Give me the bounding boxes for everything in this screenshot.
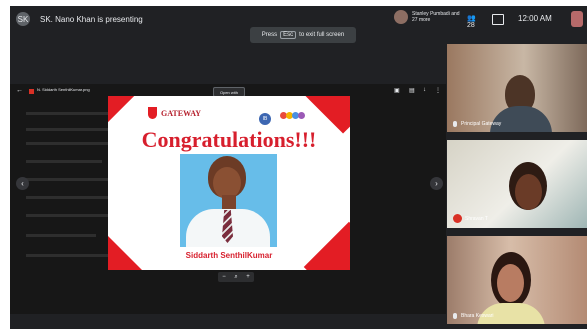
- certificate-slide: GATEWAY IB Congratulations!!! Siddarth S…: [108, 96, 350, 270]
- program-logo: [280, 112, 305, 119]
- back-arrow-icon[interactable]: ←: [16, 87, 24, 95]
- participant-face: [515, 174, 542, 210]
- participant-avatar: [394, 10, 408, 24]
- participant-label: Principal Gateway: [453, 121, 501, 127]
- fullscreen-toast: Press Esc to exit full screen: [250, 27, 356, 43]
- mic-icon: [453, 121, 457, 127]
- school-shield-icon: [148, 107, 157, 119]
- slide-corner-decoration: [303, 221, 350, 270]
- participants-summary-label: Stanley Pumbadi and 27 more: [412, 11, 460, 23]
- presenter-avatar: SK: [16, 12, 30, 26]
- image-file-icon: [29, 89, 34, 94]
- zoom-controls: − ⌕ +: [218, 272, 254, 282]
- participant-tiles: Principal Gateway Shravan T Bhara Keswar…: [446, 44, 587, 329]
- zoom-in-icon[interactable]: +: [246, 274, 250, 280]
- print-icon[interactable]: ▤: [409, 87, 415, 94]
- next-file-arrow-icon[interactable]: ›: [430, 177, 443, 190]
- participant-tile[interactable]: Shravan T: [447, 140, 587, 228]
- presenter-label: SK. Nano Khan is presenting: [40, 14, 143, 24]
- download-icon[interactable]: ↓: [423, 87, 426, 93]
- more-icon[interactable]: ⋮: [435, 87, 441, 94]
- student-photo: [180, 154, 277, 247]
- school-logo: GATEWAY: [148, 107, 201, 119]
- participant-body: [490, 106, 552, 132]
- zoom-out-icon[interactable]: −: [222, 274, 226, 280]
- presenter-indicator: SK SK. Nano Khan is presenting: [16, 11, 143, 27]
- student-name: Siddarth SenthilKumar: [185, 251, 273, 260]
- esc-key: Esc: [280, 31, 297, 39]
- participant-name: Shravan T: [465, 215, 488, 222]
- slide-corner-decoration: [108, 224, 147, 270]
- fullscreen-prefix: Press: [261, 32, 278, 38]
- ib-logo: IB: [259, 113, 271, 125]
- participants-summary[interactable]: Stanley Pumbadi and 27 more: [394, 10, 460, 24]
- meet-window: SK SK. Nano Khan is presenting Stanley P…: [10, 6, 587, 329]
- zoom-icon[interactable]: ⌕: [234, 274, 237, 281]
- student-neck: [222, 195, 236, 210]
- participant-name: Principal Gateway: [461, 121, 502, 127]
- people-icon[interactable]: 👥28: [467, 14, 483, 29]
- participant-name: Bhara Keswari: [461, 313, 494, 319]
- mic-icon: [453, 313, 457, 319]
- participant-label: Shravan T: [453, 214, 488, 223]
- school-name: GATEWAY: [161, 108, 202, 118]
- participant-label: Bhara Keswari: [453, 313, 494, 319]
- participant-tile[interactable]: Principal Gateway: [447, 44, 587, 132]
- file-name: N. Siddarth SenthilKumar.png: [37, 87, 90, 92]
- congratulations-heading: Congratulations!!!: [141, 127, 317, 152]
- self-avatar[interactable]: [571, 11, 583, 27]
- chat-icon[interactable]: [492, 14, 504, 25]
- participant-face: [497, 264, 524, 302]
- mic-off-icon: [453, 214, 462, 223]
- previous-file-arrow-icon[interactable]: ‹: [16, 177, 29, 190]
- meeting-time: 12:00 AM: [518, 14, 552, 23]
- comment-icon[interactable]: ▣: [394, 87, 400, 94]
- participant-tile[interactable]: Bhara Keswari: [447, 236, 587, 324]
- fullscreen-suffix: to exit full screen: [299, 32, 345, 38]
- people-count: 28: [467, 22, 475, 29]
